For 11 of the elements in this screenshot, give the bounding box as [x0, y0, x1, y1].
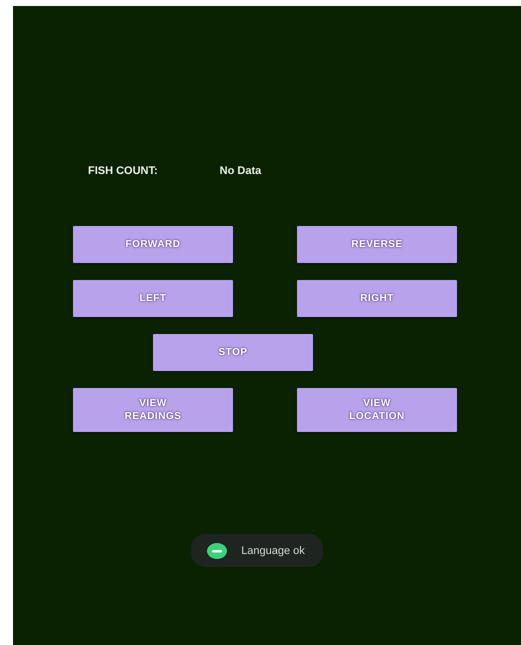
- app-icon: [207, 542, 228, 558]
- control-button[interactable]: LEFT: [73, 280, 233, 317]
- control-button[interactable]: REVERSE: [297, 226, 457, 263]
- control-button[interactable]: VIEW LOCATION: [297, 388, 457, 432]
- toast-text: Language ok: [241, 544, 305, 556]
- control-button[interactable]: RIGHT: [297, 280, 457, 317]
- fish-count-label: FISH COUNT:: [88, 165, 158, 177]
- control-button[interactable]: VIEW READINGS: [73, 388, 233, 432]
- control-button[interactable]: STOP: [153, 334, 313, 371]
- control-button[interactable]: FORWARD: [73, 226, 233, 263]
- fish-count-value: No Data: [220, 165, 262, 177]
